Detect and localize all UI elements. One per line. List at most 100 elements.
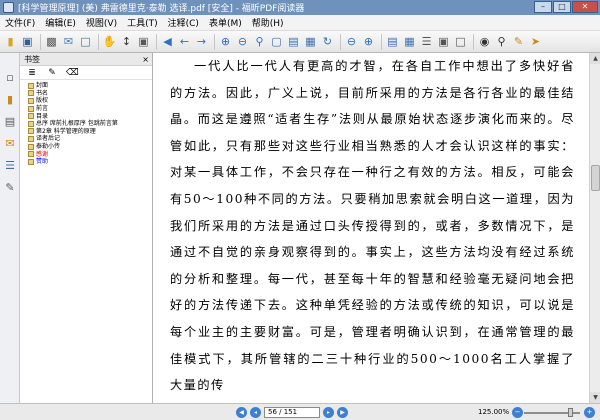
- bookmarks-toolbar: ≣ ✎ ⌫: [20, 66, 152, 80]
- find-icon[interactable]: ⚲: [252, 34, 267, 49]
- toolbar-separator: [340, 33, 341, 50]
- folder-open-icon[interactable]: ▮: [3, 34, 18, 49]
- bookmark-item[interactable]: 赞助: [20, 158, 152, 166]
- bookmark-item[interactable]: 封面: [20, 82, 152, 90]
- text-viewer-icon[interactable]: ☰: [419, 34, 434, 49]
- save-icon[interactable]: ▣: [20, 34, 35, 49]
- email-icon[interactable]: ✉: [61, 34, 76, 49]
- bookmarks-panel-header: 书签 ×: [20, 53, 152, 66]
- vertical-scrollbar[interactable]: ▲ ▼: [589, 53, 600, 403]
- screenshot-icon[interactable]: ▣: [436, 34, 451, 49]
- signatures-panel-icon[interactable]: ✎: [3, 181, 17, 195]
- zoom-in-button[interactable]: +: [584, 407, 595, 418]
- edit-pencil-icon[interactable]: ✎: [511, 34, 526, 49]
- app-icon: [3, 2, 14, 13]
- search-icon[interactable]: ⚲: [494, 34, 509, 49]
- first-page-button[interactable]: ◀: [236, 407, 247, 418]
- print-icon[interactable]: ▩: [44, 34, 59, 49]
- toolbar-separator: [214, 33, 215, 50]
- bookmark-icon: [28, 158, 34, 165]
- comments-panel-icon[interactable]: ☰: [3, 159, 17, 173]
- bookmark-icon: [28, 97, 34, 104]
- bookmark-icon: [28, 120, 34, 127]
- bookmark-label: 版权: [36, 97, 49, 105]
- bookmark-item[interactable]: 目录: [20, 112, 152, 120]
- continuous-page-icon[interactable]: ▤: [385, 34, 400, 49]
- fit-width-icon[interactable]: ▤: [286, 34, 301, 49]
- bookmark-edit-icon[interactable]: ✎: [46, 68, 58, 78]
- bookmark-item[interactable]: 译者后记: [20, 135, 152, 143]
- window-title: [科学管理原理] (美) 弗雷德里克·泰勒 选译.pdf [安全] - 福昕PD…: [18, 4, 305, 14]
- bookmark-item[interactable]: 感谢: [20, 150, 152, 158]
- bookmark-label: 书名: [36, 89, 49, 97]
- bookmarks-panel-icon[interactable]: ▮: [3, 93, 17, 107]
- page-content: 一代人比一代人有更高的才智，在各自工作中想出了多快好省的方法。因此，广义上说，目…: [170, 53, 575, 399]
- minimize-button[interactable]: –: [534, 1, 552, 13]
- page-navigation: ◀ ◂ 56 / 151 ▸ ▶: [236, 407, 348, 418]
- pages-panel-icon[interactable]: ▫: [3, 71, 17, 85]
- bookmark-label: 前言: [36, 105, 49, 113]
- main-toolbar: ▮ ▣ ▩ ✉ □ ✋ ↕ ▣ ◀ ← → ⊕ ⊖ ⚲ ▢ ▤ ▦ ↻ ⊖ ⊕ …: [0, 31, 600, 53]
- next-page-button[interactable]: ▸: [323, 407, 334, 418]
- facing-page-icon[interactable]: ▦: [402, 34, 417, 49]
- document-icon[interactable]: □: [453, 34, 468, 49]
- menu-help[interactable]: 帮助(H): [247, 16, 289, 29]
- hand-tool-icon[interactable]: ✋: [102, 34, 117, 49]
- last-page-button[interactable]: ▶: [337, 407, 348, 418]
- bookmark-label: 赞助: [36, 158, 49, 166]
- rotate-icon[interactable]: ↻: [320, 34, 335, 49]
- maximize-button[interactable]: □: [553, 1, 571, 13]
- bookmark-label: 感谢: [36, 150, 49, 158]
- bookmark-label: 封面: [36, 82, 49, 90]
- zoom-slider-handle[interactable]: [568, 408, 573, 417]
- bookmark-add-icon[interactable]: ➤: [528, 34, 543, 49]
- menu-comments[interactable]: 注释(C): [163, 16, 204, 29]
- bookmark-icon: [28, 151, 34, 158]
- binoculars-icon[interactable]: ◉: [477, 34, 492, 49]
- app-window: [科学管理原理] (美) 弗雷德里克·泰勒 选译.pdf [安全] - 福昕PD…: [0, 0, 600, 420]
- menu-forms[interactable]: 表单(M): [204, 16, 247, 29]
- close-button[interactable]: ✕: [572, 1, 598, 13]
- next-page-icon[interactable]: →: [194, 34, 209, 49]
- bookmark-item[interactable]: 总序 席前扎根厚序 包跳前言第: [20, 120, 152, 128]
- zoom-out-icon[interactable]: ⊖: [235, 34, 250, 49]
- menu-edit[interactable]: 编辑(E): [40, 16, 81, 29]
- bookmark-item[interactable]: 前言: [20, 105, 152, 113]
- actual-size-icon[interactable]: ▦: [303, 34, 318, 49]
- scroll-down-icon[interactable]: ▼: [590, 392, 600, 403]
- prev-page-icon[interactable]: ←: [177, 34, 192, 49]
- first-page-icon[interactable]: ◀: [160, 34, 175, 49]
- zoom-in-icon[interactable]: ⊕: [218, 34, 233, 49]
- body-paragraph: 一代人比一代人有更高的才智，在各自工作中想出了多快好省的方法。因此，广义上说，目…: [170, 59, 575, 393]
- menu-file[interactable]: 文件(F): [0, 16, 40, 29]
- select-text-icon[interactable]: ↕: [119, 34, 134, 49]
- fit-page-icon[interactable]: ▢: [269, 34, 284, 49]
- bookmark-icon: [28, 90, 34, 97]
- zoom-out-circle-icon[interactable]: ⊖: [344, 34, 359, 49]
- bookmark-item[interactable]: 版权: [20, 97, 152, 105]
- layers-panel-icon[interactable]: ▤: [3, 115, 17, 129]
- attachments-panel-icon[interactable]: ✉: [3, 137, 17, 151]
- bookmark-item[interactable]: 泰勒小传: [20, 143, 152, 151]
- toolbar-separator: [381, 33, 382, 50]
- menu-view[interactable]: 视图(V): [81, 16, 122, 29]
- bookmark-label: 目录: [36, 112, 49, 120]
- toolbar-separator: [40, 33, 41, 50]
- zoom-in-circle-icon[interactable]: ⊕: [361, 34, 376, 49]
- bookmark-list-icon[interactable]: ≣: [26, 68, 38, 78]
- document-view[interactable]: 一代人比一代人有更高的才智，在各自工作中想出了多快好省的方法。因此，广义上说，目…: [153, 53, 589, 403]
- bookmark-delete-icon[interactable]: ⌫: [66, 68, 79, 78]
- bookmark-icon: [28, 143, 34, 150]
- menu-tools[interactable]: 工具(T): [122, 16, 163, 29]
- snapshot-icon[interactable]: ▣: [136, 34, 151, 49]
- panel-close-icon[interactable]: ×: [142, 53, 149, 66]
- single-page-icon[interactable]: □: [78, 34, 93, 49]
- side-panel-tabs: ▫ ▮ ▤ ✉ ☰ ✎: [0, 53, 20, 403]
- page-number-field[interactable]: 56 / 151: [264, 407, 320, 418]
- zoom-out-button[interactable]: −: [512, 407, 523, 418]
- scroll-thumb[interactable]: [591, 165, 600, 191]
- scroll-up-icon[interactable]: ▲: [590, 53, 600, 64]
- zoom-level: 125.00%: [478, 408, 510, 416]
- bookmark-tree: 封面 书名 版权 前言 目录 总序 席前扎根厚序 包跳前言第 第2章 科学管理的…: [20, 80, 152, 166]
- previous-page-button[interactable]: ◂: [250, 407, 261, 418]
